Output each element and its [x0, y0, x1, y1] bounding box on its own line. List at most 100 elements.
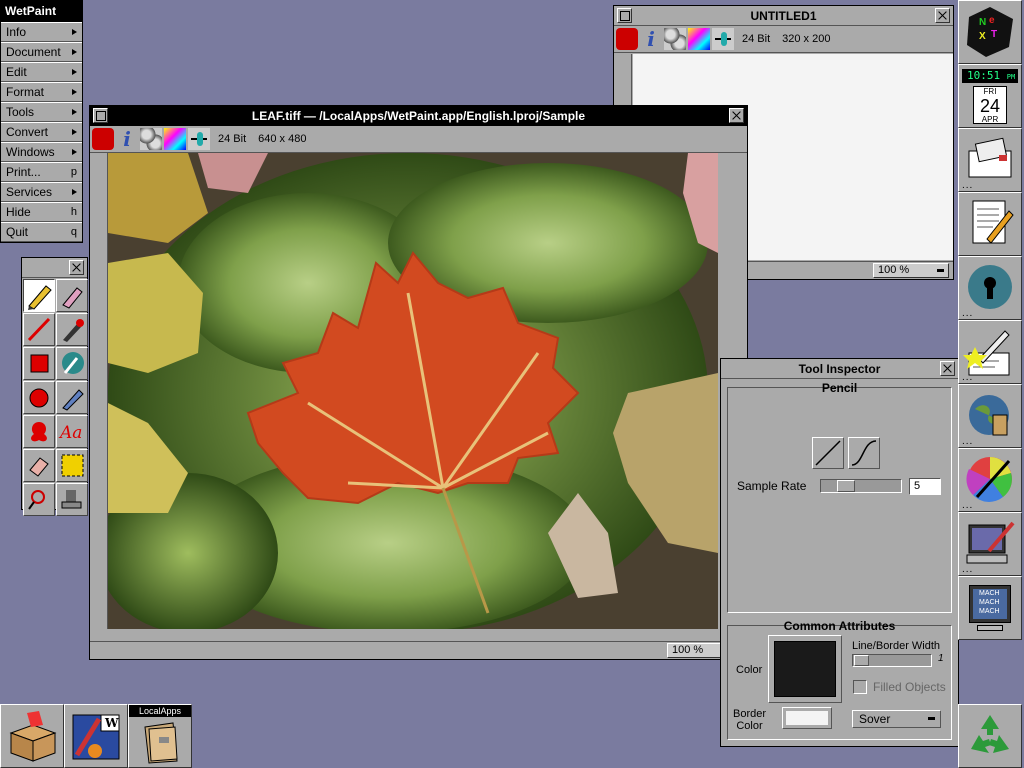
inspector-titlebar[interactable]: Tool Inspector	[721, 359, 958, 379]
miniaturize-button[interactable]	[617, 8, 632, 23]
app-not-running-dots: ...	[962, 500, 974, 511]
filled-objects-checkbox[interactable]	[853, 680, 867, 694]
paintbrush-tool[interactable]	[56, 313, 88, 346]
dock-recycler-tile[interactable]	[958, 704, 1022, 768]
dock-earth-tile[interactable]: ...	[958, 384, 1022, 448]
color-well[interactable]	[768, 635, 842, 703]
leaf-canvas[interactable]	[108, 153, 718, 629]
menu-item-format[interactable]: Format	[1, 82, 82, 102]
mach-line: MACH	[979, 608, 1000, 615]
dock-globe-tile[interactable]: ...	[958, 256, 1022, 320]
close-button[interactable]	[940, 361, 955, 376]
circles-icon[interactable]	[664, 28, 686, 50]
zoom-tool[interactable]	[23, 483, 55, 516]
leaf-vscroll[interactable]	[90, 153, 108, 629]
heart-icon[interactable]	[92, 128, 114, 150]
move-arrows-icon[interactable]	[188, 128, 210, 150]
sample-rate-slider[interactable]	[820, 479, 902, 493]
pencil-tool[interactable]	[23, 279, 55, 312]
svg-text:e: e	[989, 15, 995, 26]
menu-item-document[interactable]: Document	[1, 42, 82, 62]
dock-mail-tile[interactable]: ...	[958, 128, 1022, 192]
menu-title: WetPaint	[1, 1, 82, 22]
menu-item-tools[interactable]: Tools	[1, 102, 82, 122]
border-color-well[interactable]	[782, 707, 832, 729]
mach-line: MACH	[979, 590, 1000, 597]
text-tool[interactable]: Aa	[56, 415, 88, 448]
menu-item-hide[interactable]: Hide h	[1, 202, 82, 222]
curve-line-button[interactable]	[848, 437, 880, 469]
mode-popup[interactable]: Sover	[852, 710, 941, 728]
stamp-tool[interactable]	[56, 483, 88, 516]
heart-icon[interactable]	[616, 28, 638, 50]
dock-colorwheel-tile[interactable]: ...	[958, 448, 1022, 512]
close-button[interactable]	[935, 8, 950, 23]
app-not-running-dots: ...	[962, 564, 974, 575]
freeform-tool[interactable]	[23, 415, 55, 448]
localapps-folder-tile[interactable]: LocalApps	[128, 704, 192, 768]
menu-item-windows[interactable]: Windows	[1, 142, 82, 162]
menu-item-label: Document	[6, 45, 61, 59]
line-width-slider[interactable]	[852, 654, 932, 667]
straight-line-button[interactable]	[812, 437, 844, 469]
brush-tool[interactable]	[56, 279, 88, 312]
color-gradient-icon[interactable]	[688, 28, 710, 50]
freeform-shape-icon	[31, 422, 47, 442]
menu-item-services[interactable]: Services	[1, 182, 82, 202]
dock-edit-tile[interactable]	[958, 192, 1022, 256]
menu-item-label: Windows	[6, 145, 55, 159]
dock-mach-tile[interactable]: MACH MACH MACH	[958, 576, 1022, 640]
dock-next-tile[interactable]: N e X T	[958, 0, 1022, 64]
wetpaint-app-tile[interactable]: W	[64, 704, 128, 768]
airbrush-tool[interactable]	[56, 381, 88, 414]
line-tool[interactable]	[23, 313, 55, 346]
dock-monitor-tile[interactable]: ...	[958, 512, 1022, 576]
menu-item-edit[interactable]: Edit	[1, 62, 82, 82]
leaf-window: LEAF.tiff — /LocalApps/WetPaint.app/Engl…	[89, 105, 748, 660]
zoom-popup[interactable]: 100 %	[873, 263, 949, 278]
clock-time-display: 10:51 PM	[962, 69, 1018, 83]
tool-inspector-panel: Tool Inspector Pencil Sample Rate 5 Comm…	[720, 358, 959, 747]
dock-clock-tile[interactable]: 10:51 PM FRI 24 APR	[958, 64, 1022, 128]
miniaturize-button[interactable]	[93, 108, 108, 123]
eraser-icon	[29, 457, 49, 477]
leaf-titlebar[interactable]: LEAF.tiff — /LocalApps/WetPaint.app/Engl…	[90, 106, 747, 126]
workspace-box-tile[interactable]	[0, 704, 64, 768]
slider-knob[interactable]	[837, 480, 855, 492]
menu-item-quit[interactable]: Quit q	[1, 222, 82, 242]
mach-screen: MACH MACH MACH	[973, 589, 1007, 619]
next-cube-icon: N e X T	[967, 7, 1013, 57]
info-icon[interactable]: i	[116, 128, 138, 150]
calendar-page-icon: FRI 24 APR	[973, 86, 1007, 124]
menu-item-label: Info	[6, 25, 27, 39]
tool-palette: Aa	[21, 257, 88, 516]
airbrush-icon	[62, 389, 84, 411]
menu-item-convert[interactable]: Convert	[1, 122, 82, 142]
palette-titlebar[interactable]	[22, 258, 87, 278]
magnifier-icon	[28, 490, 45, 510]
slider-knob[interactable]	[854, 655, 869, 666]
rectangle-tool[interactable]	[23, 347, 55, 380]
smudge-tool[interactable]	[56, 347, 88, 380]
common-attributes-title: Common Attributes	[783, 619, 896, 633]
circles-icon[interactable]	[140, 128, 162, 150]
untitled-titlebar[interactable]: UNTITLED1	[614, 6, 953, 26]
oval-tool[interactable]	[23, 381, 55, 414]
dock-wetpaint-tile[interactable]: ...	[958, 320, 1022, 384]
leaf-hscroll[interactable]: 100 %	[90, 641, 747, 659]
text-editor-icon	[972, 200, 1014, 244]
info-icon[interactable]: i	[640, 28, 662, 50]
menu-item-info[interactable]: Info	[1, 22, 82, 42]
bit-depth: 24 Bit	[218, 133, 247, 145]
svg-text:T: T	[991, 29, 997, 40]
close-button[interactable]	[69, 260, 84, 275]
menu-item-print[interactable]: Print... p	[1, 162, 82, 182]
submenu-arrow-icon	[72, 29, 77, 35]
sample-rate-field[interactable]: 5	[909, 478, 941, 495]
move-arrows-icon[interactable]	[712, 28, 734, 50]
close-button[interactable]	[729, 108, 744, 123]
color-gradient-icon[interactable]	[164, 128, 186, 150]
selection-tool[interactable]	[56, 449, 88, 482]
eraser-tool[interactable]	[23, 449, 55, 482]
border-color-label: Border Color	[733, 708, 767, 732]
